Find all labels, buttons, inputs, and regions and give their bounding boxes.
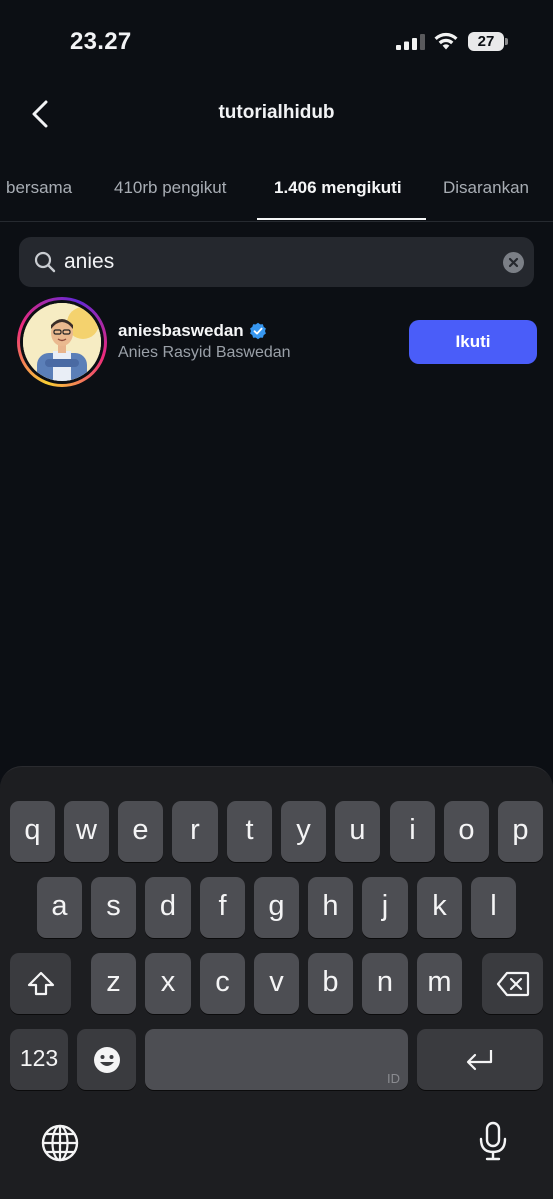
tab-mutual[interactable]: bersama [6,178,72,198]
username-line: aniesbaswedan [118,320,267,342]
shift-key[interactable] [10,953,71,1014]
key-f[interactable]: f [200,877,245,938]
tab-suggested[interactable]: Disarankan [443,178,529,198]
key-u[interactable]: u [335,801,380,862]
user-result-row[interactable]: aniesbaswedan Anies Rasyid Baswedan Ikut… [0,296,553,388]
battery-level: 27 [477,33,495,50]
key-x[interactable]: x [145,953,191,1014]
verified-badge-icon [249,322,266,340]
story-ring[interactable] [17,297,107,387]
key-g[interactable]: g [254,877,299,938]
key-i[interactable]: i [390,801,435,862]
microphone-icon[interactable] [472,1120,514,1162]
tab-following[interactable]: 1.406 mengikuti [274,178,402,198]
key-w[interactable]: w [64,801,109,862]
key-l[interactable]: l [471,877,516,938]
full-name: Anies Rasyid Baswedan [118,344,291,361]
wifi-icon [434,32,458,50]
key-e[interactable]: e [118,801,163,862]
key-y[interactable]: y [281,801,326,862]
key-s[interactable]: s [91,877,136,938]
key-p[interactable]: p [498,801,543,862]
key-a[interactable]: a [37,877,82,938]
username[interactable]: aniesbaswedan [118,321,244,341]
follow-button[interactable]: Ikuti [409,320,537,364]
key-j[interactable]: j [362,877,408,938]
battery-icon: 27 [468,32,508,51]
key-z[interactable]: z [91,953,136,1014]
search-input[interactable]: anies [64,237,114,287]
return-key[interactable] [417,1029,543,1090]
shift-arrow-icon [27,971,54,995]
globe-icon[interactable] [39,1122,81,1164]
header: tutorialhidub [0,84,553,144]
return-icon [466,1049,493,1070]
backspace-icon [496,971,529,996]
key-d[interactable]: d [145,877,191,938]
key-c[interactable]: c [200,953,245,1014]
key-b[interactable]: b [308,953,353,1014]
backspace-key[interactable] [482,953,543,1014]
page-title: tutorialhidub [218,102,335,123]
emoji-icon [93,1046,120,1073]
follow-tabs: bersama 410rb pengikut 1.406 mengikuti D… [0,164,553,222]
cellular-signal-icon [396,34,425,50]
avatar [23,303,101,381]
clear-search-icon[interactable] [503,252,524,273]
emoji-key[interactable] [77,1029,136,1090]
tab-followers[interactable]: 410rb pengikut [114,178,226,198]
status-time: 23.27 [70,28,132,55]
key-q[interactable]: q [10,801,55,862]
onscreen-keyboard: q w e r t y u i o p a s d f g h j k l z … [0,766,553,1199]
key-h[interactable]: h [308,877,353,938]
key-t[interactable]: t [227,801,272,862]
key-k[interactable]: k [417,877,462,938]
space-language-label: ID [387,1071,400,1086]
key-o[interactable]: o [444,801,489,862]
status-bar: 23.27 27 [0,0,553,80]
key-r[interactable]: r [172,801,218,862]
key-m[interactable]: m [417,953,462,1014]
avatar-illustration [23,303,101,381]
search-bar[interactable]: anies [19,237,534,287]
numbers-key[interactable]: 123 [10,1029,68,1090]
active-tab-indicator [257,218,426,220]
key-v[interactable]: v [254,953,299,1014]
search-icon [34,251,56,273]
space-key[interactable]: ID [145,1029,408,1090]
key-n[interactable]: n [362,953,408,1014]
